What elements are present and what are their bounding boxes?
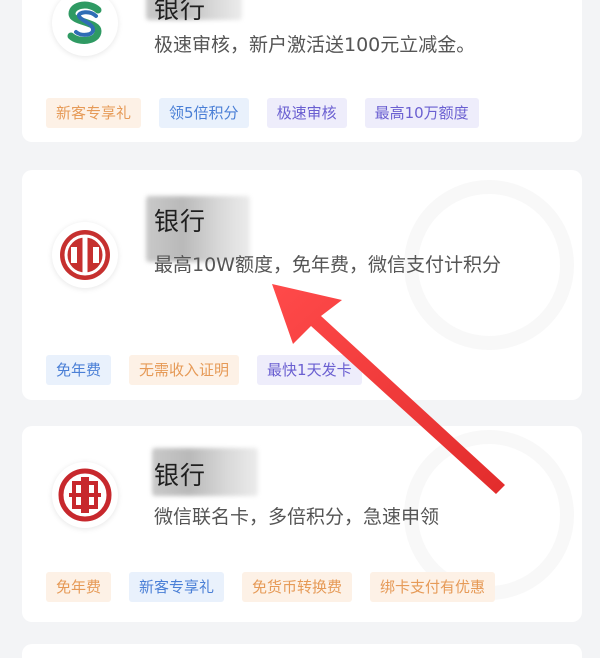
tag-list: 免年费 新客专享礼 免货币转换费 绑卡支付有优惠 — [46, 572, 496, 602]
tag-badge: 最高10万额度 — [364, 98, 479, 128]
card-description: 微信联名卡，多倍积分，急速申领 — [154, 506, 440, 528]
card-title: 银行 — [154, 207, 207, 236]
tag-badge: 新客专享礼 — [46, 98, 142, 128]
card-item-bank-1[interactable]: 银行 极速审核，新户激活送100元立减金。 新客专享礼 领5倍积分 极速审核 最… — [22, 0, 582, 142]
citic-bank-logo-icon — [52, 222, 118, 288]
card-item-bank-2[interactable]: 银行 最高10W额度，免年费，微信支付计积分 免年费 无需收入证明 最快1天发卡 — [22, 170, 582, 400]
shanghai-bank-logo-icon — [52, 0, 118, 56]
tag-badge: 免年费 — [46, 572, 112, 602]
card-description: 最高10W额度，免年费，微信支付计积分 — [154, 254, 501, 276]
tag-badge: 绑卡支付有优惠 — [370, 572, 496, 602]
tag-badge: 最快1天发卡 — [257, 355, 362, 385]
card-item-bank-4[interactable] — [22, 644, 582, 658]
tag-badge: 无需收入证明 — [129, 355, 240, 385]
credit-card-list-page: 银行 极速审核，新户激活送100元立减金。 新客专享礼 领5倍积分 极速审核 最… — [0, 0, 600, 658]
tag-list: 新客专享礼 领5倍积分 极速审核 最高10万额度 — [46, 98, 479, 128]
tag-badge: 极速审核 — [266, 98, 347, 128]
tag-badge: 领5倍积分 — [159, 98, 249, 128]
icbc-logo-icon — [52, 462, 118, 528]
card-description: 极速审核，新户激活送100元立减金。 — [154, 34, 476, 56]
tag-badge: 免年费 — [46, 355, 112, 385]
tag-badge: 新客专享礼 — [129, 572, 225, 602]
card-item-bank-3[interactable]: 银行 微信联名卡，多倍积分，急速申领 免年费 新客专享礼 免货币转换费 绑卡支付… — [22, 426, 582, 622]
tag-badge: 免货币转换费 — [242, 572, 353, 602]
tag-list: 免年费 无需收入证明 最快1天发卡 — [46, 355, 362, 385]
card-title: 银行 — [154, 461, 207, 490]
card-title: 银行 — [154, 0, 207, 24]
